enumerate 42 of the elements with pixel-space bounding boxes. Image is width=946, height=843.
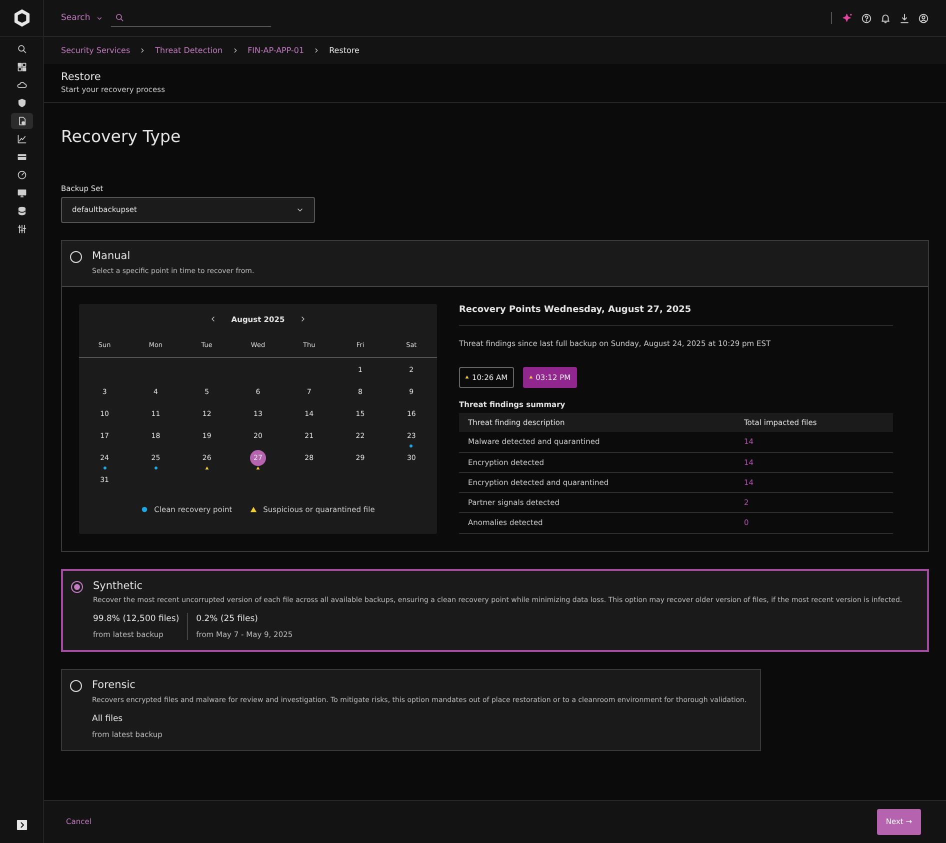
cloud-icon — [16, 80, 26, 90]
option-card[interactable] — [61, 568, 929, 652]
download-icon[interactable] — [899, 12, 910, 24]
panel-title: Recovery Points Wednesday, August 27, 2025 — [459, 304, 893, 326]
chevron-right-icon — [139, 47, 146, 54]
user-icon[interactable] — [918, 12, 929, 24]
sliders-icon — [16, 224, 26, 234]
option-title: Synthetic — [93, 580, 144, 594]
search-icon — [16, 44, 26, 54]
database-icon — [16, 206, 26, 216]
grid-icon — [16, 62, 26, 72]
shield-icon — [16, 98, 26, 108]
stat-value: All files — [92, 713, 124, 726]
gauge-icon — [16, 170, 26, 180]
search-icon — [115, 13, 124, 22]
chevron-right-icon — [232, 47, 239, 54]
option-title: Forensic — [92, 679, 136, 693]
stat-value: 99.8% (12,500 files) — [93, 613, 180, 626]
sidebar-item[interactable] — [10, 113, 32, 129]
option-card[interactable] — [61, 669, 761, 752]
radio-button[interactable] — [71, 580, 83, 593]
section-title: Recovery Type — [61, 127, 182, 147]
monitor-icon — [16, 188, 26, 198]
stat-value: 0.2% (25 files) — [196, 613, 259, 626]
warning-icon — [250, 506, 258, 514]
help-icon[interactable] — [861, 12, 872, 24]
panel-toggle-icon[interactable] — [16, 818, 28, 831]
bell-icon[interactable] — [880, 12, 891, 24]
breadcrumb-link[interactable]: Security Services — [61, 44, 130, 56]
breadcrumb-link[interactable]: Threat Detection — [155, 44, 223, 56]
dot-icon — [141, 506, 148, 514]
chevron-right-icon — [313, 47, 320, 54]
option-title: Manual — [92, 250, 132, 264]
document-icon — [16, 116, 26, 126]
chevron-down-icon — [96, 14, 104, 22]
page-title: Restore — [61, 71, 102, 84]
logo-icon[interactable] — [12, 9, 30, 27]
line-chart-icon — [16, 134, 26, 144]
search-scope-dropdown[interactable]: Search — [61, 12, 104, 24]
card-icon — [16, 152, 26, 162]
breadcrumb-link[interactable]: FIN-AP-APP-01 — [248, 44, 304, 56]
sparkle-icon[interactable] — [842, 12, 853, 24]
